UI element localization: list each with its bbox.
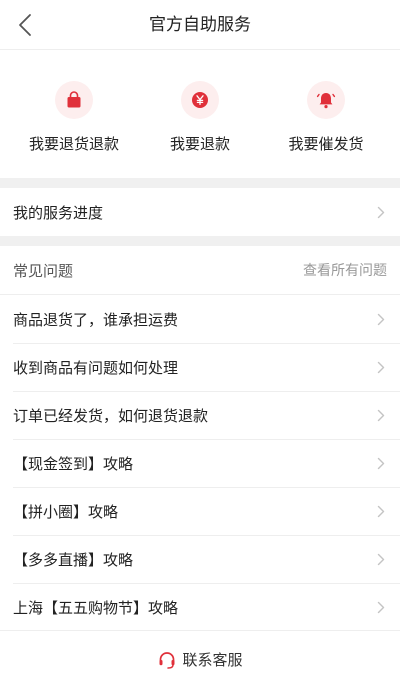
chevron-left-icon — [19, 14, 31, 36]
faq-item-text: 订单已经发货，如何退货退款 — [13, 406, 209, 425]
refund-icon-circle — [181, 81, 219, 119]
refund-action[interactable]: 我要退款 — [140, 50, 260, 178]
service-progress-row[interactable]: 我的服务进度 — [0, 188, 400, 236]
faq-item[interactable]: 上海【五五购物节】攻略 — [0, 583, 400, 631]
page-title: 官方自助服务 — [149, 15, 251, 35]
chevron-right-icon — [374, 552, 388, 566]
faq-title: 常见问题 — [13, 261, 74, 280]
urge-shipping-action[interactable]: 我要催发货 — [266, 50, 386, 178]
refund-return-label: 我要退货退款 — [28, 135, 119, 153]
faq-item-text: 【多多直播】攻略 — [13, 550, 134, 569]
faq-item-text: 收到商品有问题如何处理 — [13, 358, 179, 377]
section-divider — [0, 236, 400, 246]
faq-item[interactable]: 【拼小圈】攻略 — [0, 487, 400, 535]
contact-support-label: 联系客服 — [182, 651, 243, 669]
headset-icon — [157, 650, 177, 670]
section-divider — [0, 178, 400, 188]
faq-header: 常见问题 查看所有问题 — [0, 246, 400, 294]
yen-coin-icon — [192, 92, 208, 108]
contact-support-button[interactable]: 联系客服 — [0, 630, 400, 688]
quick-actions: 我要退货退款 我要退款 我要催发货 — [0, 50, 400, 178]
view-all-questions-link[interactable]: 查看所有问题 — [303, 260, 387, 280]
urge-shipping-icon-circle — [307, 81, 345, 119]
faq-item[interactable]: 订单已经发货，如何退货退款 — [0, 391, 400, 439]
faq-item-text: 【现金签到】攻略 — [13, 454, 134, 473]
service-progress-label: 我的服务进度 — [13, 203, 104, 222]
faq-item-text: 商品退货了，谁承担运费 — [13, 310, 179, 329]
chevron-right-icon — [374, 504, 388, 518]
top-nav-bar: 官方自助服务 — [0, 0, 400, 50]
chevron-right-icon — [374, 408, 388, 422]
chevron-right-icon — [374, 360, 388, 374]
faq-item[interactable]: 商品退货了，谁承担运费 — [0, 295, 400, 343]
bell-icon — [316, 93, 336, 109]
faq-list: 商品退货了，谁承担运费 收到商品有问题如何处理 订单已经发货，如何退货退款 【现… — [0, 294, 400, 631]
back-button[interactable] — [8, 8, 42, 42]
faq-item[interactable]: 【现金签到】攻略 — [0, 439, 400, 487]
refund-label: 我要退款 — [169, 135, 230, 153]
chevron-right-icon — [374, 456, 388, 470]
faq-item[interactable]: 【多多直播】攻略 — [0, 535, 400, 583]
urge-shipping-label: 我要催发货 — [288, 135, 364, 153]
chevron-right-icon — [374, 312, 388, 326]
faq-item-text: 【拼小圈】攻略 — [13, 502, 119, 521]
faq-item-text: 上海【五五购物节】攻略 — [13, 598, 179, 617]
refund-return-icon-circle — [55, 81, 93, 119]
shopping-bag-icon — [67, 91, 81, 108]
chevron-right-icon — [374, 600, 388, 614]
faq-item[interactable]: 收到商品有问题如何处理 — [0, 343, 400, 391]
chevron-right-icon — [374, 205, 388, 219]
refund-return-action[interactable]: 我要退货退款 — [14, 50, 134, 178]
